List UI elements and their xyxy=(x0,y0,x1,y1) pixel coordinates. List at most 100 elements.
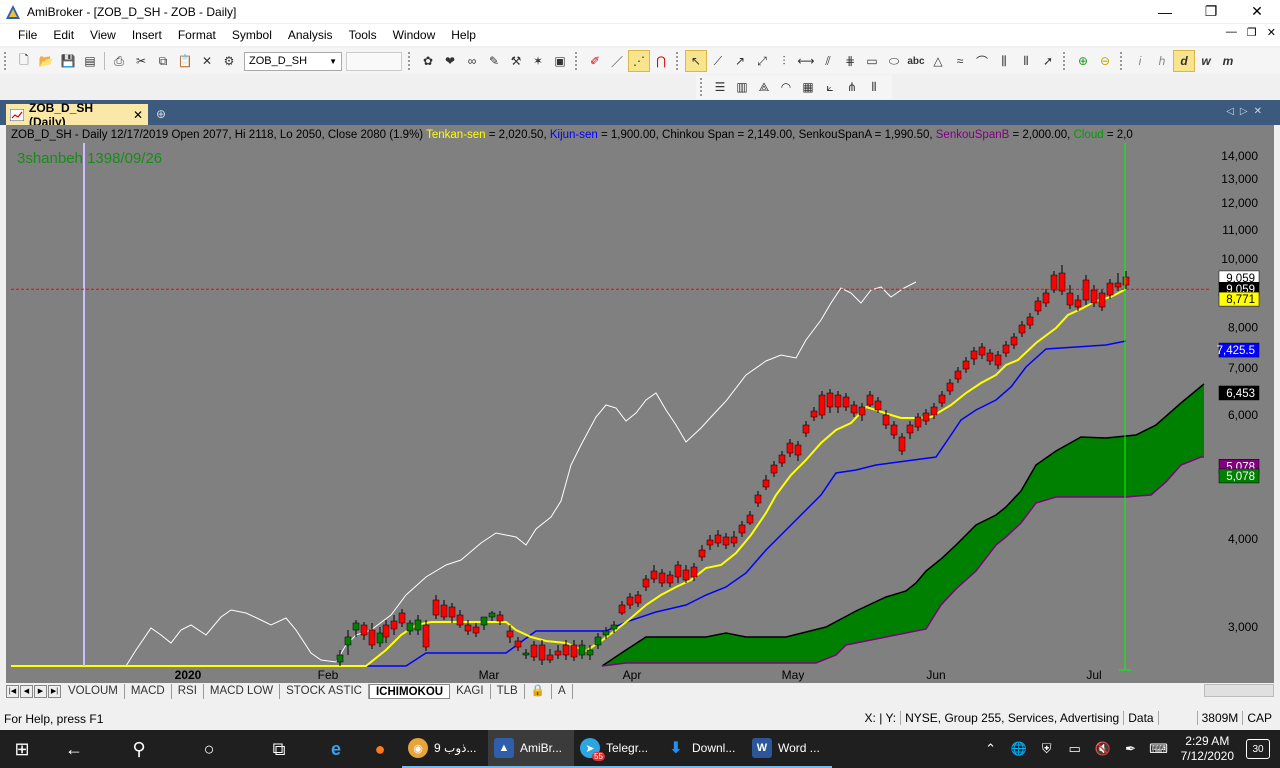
toolbar-grip[interactable] xyxy=(408,52,413,70)
toolbar-grip[interactable] xyxy=(1120,52,1125,70)
toolbar-grip[interactable] xyxy=(4,52,9,70)
menu-format[interactable]: Format xyxy=(170,24,224,46)
notification-center-icon[interactable]: 30 xyxy=(1246,739,1270,759)
close-tab-icon[interactable]: ✕ xyxy=(133,108,143,122)
parallel-lines-icon[interactable]: ⫽ xyxy=(817,50,839,72)
menu-tools[interactable]: Tools xyxy=(341,24,385,46)
firefox-icon[interactable]: ● xyxy=(358,730,402,768)
chart-settings-icon[interactable]: ✿ xyxy=(417,50,439,72)
horizontal-scrollbar[interactable] xyxy=(1204,684,1274,697)
show-hidden-icons-icon[interactable]: ⌃ xyxy=(977,741,1005,757)
sheet-tab-ichimokou[interactable]: ICHIMOKOU xyxy=(368,683,451,699)
magic-wand-icon[interactable]: ⚒ xyxy=(505,50,527,72)
last-sheet-icon[interactable]: ▶| xyxy=(48,684,61,698)
toolbar-grip[interactable] xyxy=(700,78,705,96)
toolbar-grip[interactable] xyxy=(1063,52,1068,70)
delete-icon[interactable]: ✕ xyxy=(196,50,218,72)
backtest-icon[interactable]: ▣ xyxy=(549,50,571,72)
speed-lines-icon[interactable]: ⟀ xyxy=(819,76,841,98)
arrow-tool-icon[interactable]: ➚ xyxy=(1037,50,1059,72)
dotted-line-icon[interactable]: ⋰ xyxy=(628,50,650,72)
rectangle-icon[interactable]: ▭ xyxy=(861,50,883,72)
fibonacci-icon[interactable]: ⦀ xyxy=(1015,50,1037,72)
zigzag-icon[interactable]: ≈ xyxy=(949,50,971,72)
ellipse-icon[interactable]: ⬭ xyxy=(883,50,905,72)
menu-window[interactable]: Window xyxy=(385,24,444,46)
copy-icon[interactable]: ⧉ xyxy=(152,50,174,72)
vertical-line-icon[interactable]: ⫶ xyxy=(773,50,795,72)
task-view-icon[interactable]: ⧉ xyxy=(244,730,314,768)
extended-line-icon[interactable]: ⤢ xyxy=(751,50,773,72)
print-icon[interactable]: ⎙ xyxy=(108,50,130,72)
properties-icon[interactable]: ⚙ xyxy=(218,50,240,72)
lock-icon[interactable]: 🔒 xyxy=(525,683,552,699)
text-tool-icon[interactable]: abc xyxy=(905,50,927,72)
tab-scroll-arrows-icon[interactable]: ◁▷✕ xyxy=(1226,106,1268,117)
interval-weekly-button[interactable]: w xyxy=(1195,50,1217,72)
menu-analysis[interactable]: Analysis xyxy=(280,24,341,46)
auto-scale-icon[interactable]: A xyxy=(552,683,573,699)
triangle-icon[interactable]: △ xyxy=(927,50,949,72)
taskbar-clock[interactable]: 2:29 AM 7/12/2020 xyxy=(1173,734,1246,764)
minimize-icon[interactable]: — xyxy=(1142,0,1188,23)
andrews-pitchfork-icon[interactable]: ⋔ xyxy=(841,76,863,98)
bars-view-icon[interactable]: ▥ xyxy=(731,76,753,98)
fibonacci-arc-icon[interactable]: ◠ xyxy=(775,76,797,98)
menu-view[interactable]: View xyxy=(82,24,124,46)
taskbar-app-downloads[interactable]: ⬇ Downl... xyxy=(660,730,746,768)
sheet-tab-voloum[interactable]: VOLOUM xyxy=(62,683,125,699)
mdi-restore-icon[interactable]: ❐ xyxy=(1247,26,1257,39)
link-icon[interactable]: ∞ xyxy=(461,50,483,72)
sheet-tab-rsi[interactable]: RSI xyxy=(172,683,204,699)
symbol-combo[interactable]: ZOB_D_SH ▼ xyxy=(244,51,342,71)
taskbar-app-telegram[interactable]: ➤ Telegr... 55 xyxy=(574,730,660,768)
maximize-icon[interactable]: ❐ xyxy=(1188,0,1234,23)
sheet-tab-macd-low[interactable]: MACD LOW xyxy=(204,683,281,699)
menu-help[interactable]: Help xyxy=(443,24,484,46)
keyboard-icon[interactable]: ⌨ xyxy=(1145,741,1173,757)
grid-icon[interactable]: ▦ xyxy=(797,76,819,98)
taskbar-app-word[interactable]: W Word ... xyxy=(746,730,832,768)
zoom-out-icon[interactable]: ⊖ xyxy=(1094,50,1116,72)
color-picker-icon[interactable]: ✐ xyxy=(584,50,606,72)
save-icon[interactable]: 💾 xyxy=(57,50,79,72)
sheet-tab-macd[interactable]: MACD xyxy=(125,683,172,699)
sheet-tab-tlb[interactable]: TLB xyxy=(491,683,525,699)
ray-icon[interactable]: ↗ xyxy=(729,50,751,72)
cycles-icon[interactable]: ⫼ xyxy=(993,50,1015,72)
search-icon[interactable]: ⚲ xyxy=(104,730,174,768)
security-shield-icon[interactable]: ⛨ xyxy=(1033,741,1061,757)
sheet-tab-stock-astic[interactable]: STOCK ASTIC xyxy=(280,683,369,699)
back-arrow-icon[interactable]: ← xyxy=(44,730,104,768)
interval-daily-button[interactable]: d xyxy=(1173,50,1195,72)
cut-icon[interactable]: ✂ xyxy=(130,50,152,72)
solid-line-icon[interactable]: ／ xyxy=(606,50,628,72)
save-all-icon[interactable]: ▤ xyxy=(79,50,101,72)
new-file-icon[interactable]: 🗋 xyxy=(13,50,35,72)
symbol-search-field[interactable] xyxy=(346,51,402,71)
channel-icon[interactable]: ⋕ xyxy=(839,50,861,72)
list-view-icon[interactable]: ☰ xyxy=(709,76,731,98)
interval-intraday-button[interactable]: i xyxy=(1129,50,1151,72)
paste-icon[interactable]: 📋 xyxy=(174,50,196,72)
favorites-icon[interactable]: ❤ xyxy=(439,50,461,72)
menu-insert[interactable]: Insert xyxy=(124,24,170,46)
trendline-icon[interactable]: ⟋ xyxy=(707,50,729,72)
volume-muted-icon[interactable]: 🔇 xyxy=(1089,741,1117,757)
sheet-tab-kagi[interactable]: KAGI xyxy=(450,683,491,699)
menu-file[interactable]: File xyxy=(0,24,45,46)
gann-fan-icon[interactable]: ⟁ xyxy=(753,76,775,98)
ichimoku-chart-svg[interactable]: 14,00013,00012,00011,00010,0009,0008,000… xyxy=(6,125,1274,683)
taskbar-app-amibroker[interactable]: ▲ AmiBr... xyxy=(488,730,574,768)
quadrant-lines-icon[interactable]: ⫴ xyxy=(863,76,885,98)
next-sheet-icon[interactable]: ▶ xyxy=(34,684,47,698)
new-tab-icon[interactable]: ⊕ xyxy=(156,107,166,121)
display-icon[interactable]: ▭ xyxy=(1061,741,1089,757)
open-folder-icon[interactable]: 📂 xyxy=(35,50,57,72)
toolbar-grip[interactable] xyxy=(575,52,580,70)
price-chart[interactable]: 14,00013,00012,00011,00010,0009,0008,000… xyxy=(6,125,1274,683)
zoom-in-icon[interactable]: ⊕ xyxy=(1072,50,1094,72)
toolbar-grip[interactable] xyxy=(676,52,681,70)
mdi-minimize-icon[interactable]: — xyxy=(1226,26,1237,39)
menu-symbol[interactable]: Symbol xyxy=(224,24,280,46)
